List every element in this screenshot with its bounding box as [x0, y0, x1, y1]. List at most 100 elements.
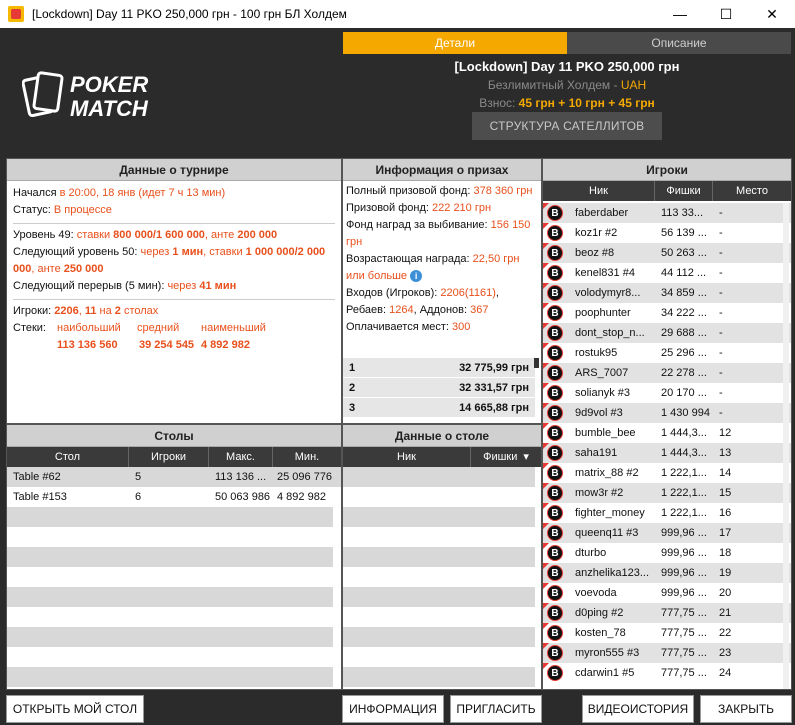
started-value: в 20:00, 18 янв (идет 7 ч 13 мин) — [59, 187, 226, 199]
empty-row — [343, 627, 535, 647]
tables-list: Table #62 5 113 136 ... 25 096 776 Table #15… — [7, 467, 341, 687]
player-row[interactable]: Bbumble_bee 1 444,3... 12 — [543, 423, 791, 443]
bounty-badge-icon: B — [547, 385, 563, 401]
close-icon[interactable]: ✕ — [749, 0, 795, 28]
player-nick: ARS_7007 — [575, 367, 629, 379]
player-chips: 50 263 ... — [661, 247, 707, 259]
col-table[interactable]: Стол — [7, 447, 129, 467]
next-break-line: Следующий перерыв (5 мин): через 41 мин — [13, 278, 335, 295]
tournament-summary: [Lockdown] Day 11 PKO 250,000 грн Безлим… — [343, 58, 791, 112]
player-place: - — [719, 207, 723, 219]
payout-table: 1 32 775,99 грн 2 32 331,57 грн 3 14 665,88… — [343, 358, 535, 418]
payout-row: 3 14 665,88 грн — [343, 398, 535, 418]
player-row[interactable]: Bdont_stop_n... 29 688 ... - — [543, 323, 791, 343]
status-line: Статус: В процессе — [13, 202, 335, 219]
player-row[interactable]: Bmow3r #2 1 222,1... 15 — [543, 483, 791, 503]
player-nick: cdarwin1 #5 — [575, 667, 635, 679]
empty-row — [343, 507, 535, 527]
rebuys-value: 1264 — [389, 304, 414, 316]
game-type: Безлимитный Холдем - — [487, 78, 621, 92]
player-row[interactable]: Bmyron555 #3 777,75 ... 23 — [543, 643, 791, 663]
invite-button[interactable]: ПРИГЛАСИТЬ — [450, 695, 542, 723]
player-row[interactable]: Bkosten_78 777,75 ... 22 — [543, 623, 791, 643]
col-nick[interactable]: Ник — [343, 447, 471, 467]
player-row[interactable]: Banzhelika123... 999,96 ... 19 — [543, 563, 791, 583]
next-level-in-pre: через — [140, 246, 173, 258]
player-row[interactable]: Bkenel831 #4 44 112 ... - — [543, 263, 791, 283]
player-place: 20 — [719, 587, 732, 599]
player-nick: faberdaber — [575, 207, 629, 219]
col-min[interactable]: Мин. — [273, 447, 341, 467]
player-row[interactable]: Bvoevoda 999,96 ... 20 — [543, 583, 791, 603]
player-nick: saha191 — [575, 447, 618, 459]
col-max[interactable]: Макс. — [209, 447, 273, 467]
player-row[interactable]: Bsaha191 1 444,3... 13 — [543, 443, 791, 463]
payout-amount: 32 331,57 грн — [459, 381, 529, 394]
player-row[interactable]: B ARS_7007 22 278 ... - — [543, 363, 791, 383]
empty-row — [7, 567, 333, 587]
player-row[interactable]: Bvolodymyr8... 34 859 ... - — [543, 283, 791, 303]
table-row[interactable]: Table #62 5 113 136 ... 25 096 776 — [7, 467, 341, 487]
tab-details[interactable]: Детали — [343, 32, 567, 54]
level-line: Уровень 49: ставки 800 000/1 600 000, ан… — [13, 227, 335, 244]
info-icon[interactable]: i — [410, 270, 423, 282]
player-place: 18 — [719, 547, 732, 559]
maximize-icon[interactable]: ☐ — [703, 0, 749, 28]
empty-row — [343, 487, 535, 507]
col-nick[interactable]: Ник — [543, 181, 655, 201]
status-flag-icon — [543, 623, 549, 629]
empty-row — [343, 467, 535, 487]
player-chips: 777,75 ... — [661, 627, 707, 639]
player-nick: bumble_bee — [575, 427, 636, 439]
empty-row — [343, 607, 535, 627]
col-place[interactable]: Место — [713, 181, 791, 201]
tables-header-row: Стол Игроки Макс. Мин. — [7, 447, 341, 467]
player-nick: beoz #8 — [575, 247, 615, 259]
player-row[interactable]: Bfighter_money 1 222,1... 16 — [543, 503, 791, 523]
player-row[interactable]: Bpoophunter 34 222 ... - — [543, 303, 791, 323]
player-chips: 1 444,3... — [661, 447, 707, 459]
status-flag-icon — [543, 383, 549, 389]
payout-scrollbar[interactable] — [534, 358, 539, 368]
col-players[interactable]: Игроки — [129, 447, 209, 467]
bounty-badge-icon: B — [547, 285, 563, 301]
player-row[interactable]: Bfaberdaber 113 33... - — [543, 203, 791, 223]
bounty-badge-icon: B — [547, 505, 563, 521]
player-chips: 999,96 ... — [661, 567, 707, 579]
bounty-badge-icon: B — [547, 645, 563, 661]
player-row[interactable]: Bdturbo 999,96 ... 18 — [543, 543, 791, 563]
window-controls: — ☐ ✕ — [657, 0, 795, 28]
col-chips-sort[interactable]: Фишки ▾ — [471, 447, 541, 467]
players-line: Игроки: 2206, 11 на 2 столах — [13, 303, 335, 320]
player-place: - — [719, 227, 723, 239]
empty-row — [343, 547, 535, 567]
player-row[interactable]: Bmatrix_88 #2 1 222,1... 14 — [543, 463, 791, 483]
satellite-structure-button[interactable]: СТРУКТУРА САТЕЛЛИТОВ — [472, 112, 662, 140]
player-row[interactable]: Bsolianyk #3 20 170 ... - — [543, 383, 791, 403]
table-row[interactable]: Table #153 6 50 063 986 4 892 982 — [7, 487, 341, 507]
player-nick: 9d9vol #3 — [575, 407, 623, 419]
info-button[interactable]: ИНФОРМАЦИЯ — [342, 695, 444, 723]
players-scrollbar[interactable] — [783, 203, 789, 689]
status-value: В процессе — [53, 204, 112, 216]
open-my-table-button[interactable]: ОТКРЫТЬ МОЙ СТОЛ — [6, 695, 144, 723]
bounty-badge-icon: B — [547, 605, 563, 621]
video-history-button[interactable]: ВИДЕОИСТОРИЯ — [582, 695, 694, 723]
minimize-icon[interactable]: — — [657, 0, 703, 28]
player-row[interactable]: Bbeoz #8 50 263 ... - — [543, 243, 791, 263]
stack-largest-label: наибольший — [57, 322, 121, 334]
empty-row — [343, 667, 535, 687]
player-row[interactable]: Bkoz1r #2 56 139 ... - — [543, 223, 791, 243]
player-row[interactable]: Brostuk95 25 296 ... - — [543, 343, 791, 363]
table-data-header-row: Ник Фишки ▾ — [343, 447, 541, 467]
player-row[interactable]: B 9d9vol #3 1 430 994- — [543, 403, 791, 423]
player-nick: dont_stop_n... — [575, 327, 645, 339]
player-row[interactable]: Bcdarwin1 #5 777,75 ... 24 — [543, 663, 791, 683]
stacks-labels-line: Стеки: наибольший средний наименьший — [13, 320, 335, 337]
player-row[interactable]: Bqueenq11 #3 999,96 ... 17 — [543, 523, 791, 543]
currency: UAH — [620, 78, 647, 92]
tab-description[interactable]: Описание — [567, 32, 791, 54]
col-chips[interactable]: Фишки — [655, 181, 713, 201]
close-button[interactable]: ЗАКРЫТЬ — [700, 695, 792, 723]
player-row[interactable]: Bd0ping #2 777,75 ... 21 — [543, 603, 791, 623]
